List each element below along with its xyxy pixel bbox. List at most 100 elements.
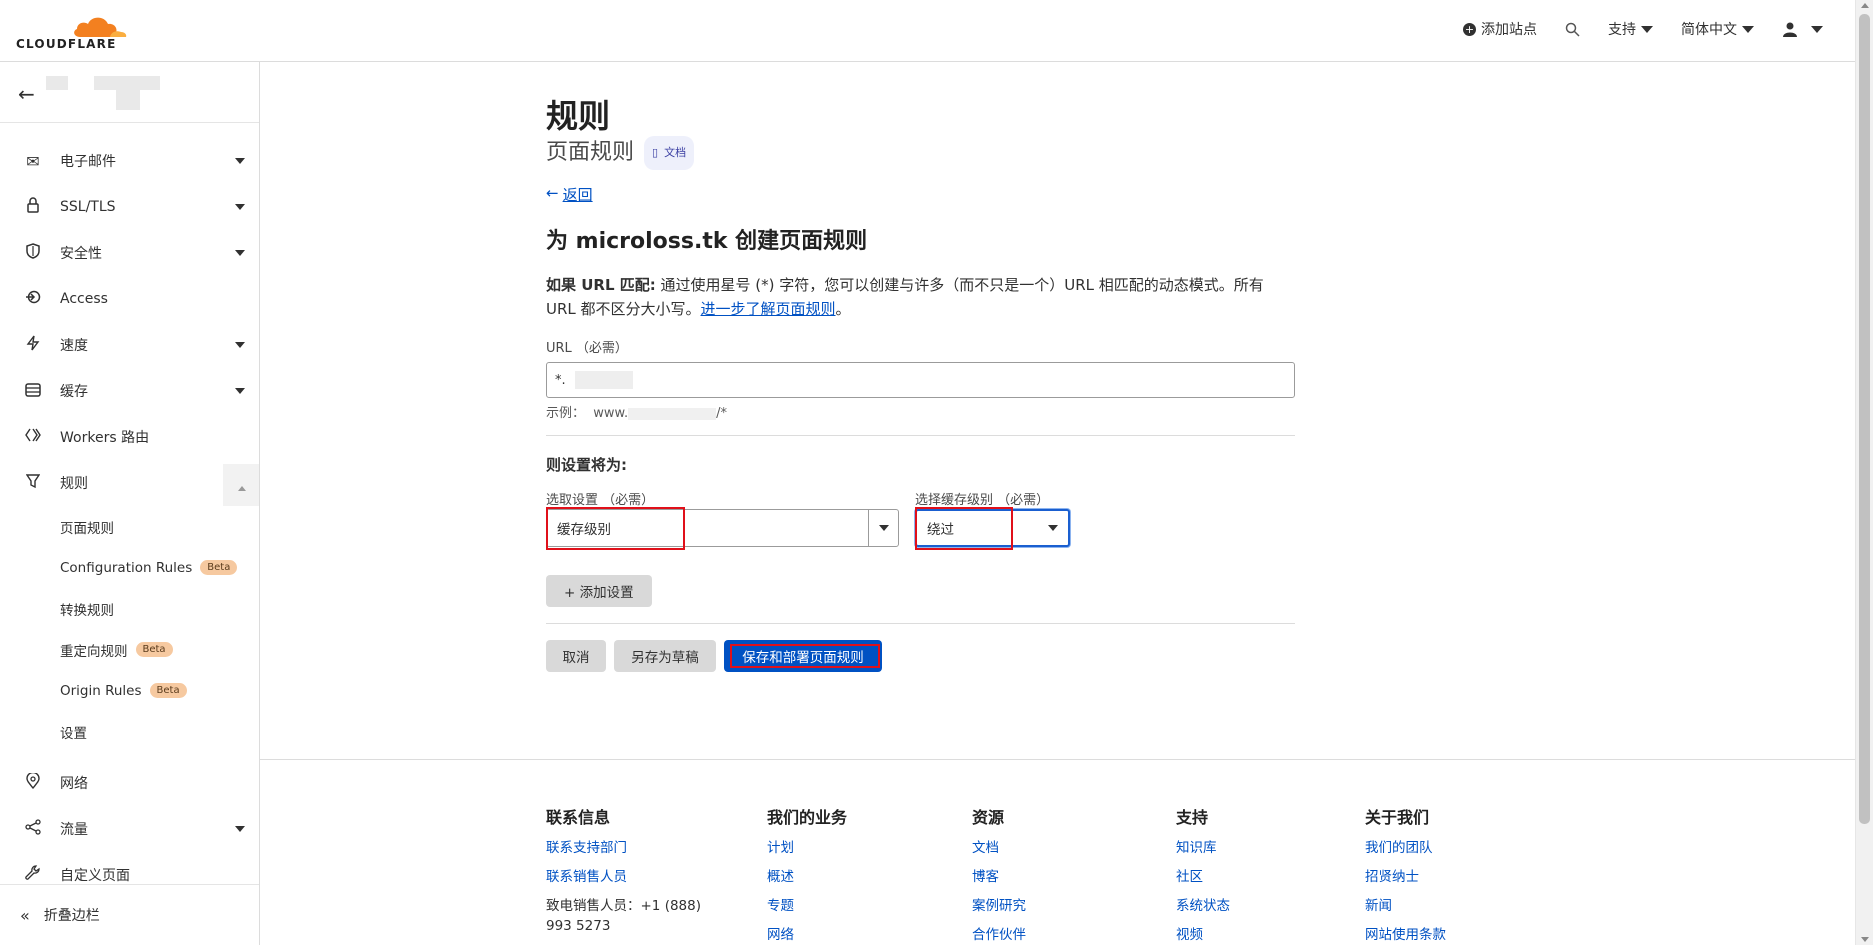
arrow-left-icon: ←: [546, 184, 559, 202]
footer-link[interactable]: 文档: [972, 838, 1172, 867]
footer-link[interactable]: 网络: [767, 925, 967, 945]
user-icon: [1783, 22, 1797, 37]
footer-link[interactable]: 网站使用条款: [1365, 925, 1565, 945]
dropdown-arrow: [868, 510, 898, 546]
scroll-down-icon[interactable]: [1861, 937, 1869, 942]
add-setting-button[interactable]: + 添加设置: [546, 575, 652, 607]
footer-link[interactable]: 招贤纳士: [1365, 867, 1565, 896]
sidebar-item-rules[interactable]: 规则: [0, 460, 259, 506]
sidebar-subitem-page-rules[interactable]: 页面规则: [0, 506, 259, 547]
footer-link[interactable]: 合作伙伴: [972, 925, 1172, 945]
url-input[interactable]: *. /*: [546, 362, 1295, 398]
beta-badge: Beta: [149, 683, 187, 698]
footer-link[interactable]: 新闻: [1365, 896, 1565, 925]
plus-circle-icon: +: [1463, 22, 1476, 36]
redacted-account-name: [94, 76, 160, 90]
sidebar-item-email[interactable]: ✉ 电子邮件: [0, 138, 259, 184]
footer-link[interactable]: 系统状态: [1176, 896, 1376, 925]
redacted-domain: [575, 371, 633, 389]
sidebar-subitem-label: 页面规则: [60, 520, 114, 537]
sidebar-item-security[interactable]: 安全性: [0, 230, 259, 276]
sidebar-item-label: 规则: [60, 476, 88, 492]
double-chevron-left-icon: «: [20, 905, 30, 925]
logo-text: CLOUDFLARE: [16, 37, 117, 51]
add-setting-row: + 添加设置: [546, 575, 1296, 607]
sidebar-item-cache[interactable]: 缓存: [0, 368, 259, 414]
sidebar-subitem-label: 转换规则: [60, 602, 114, 619]
user-menu[interactable]: [1782, 21, 1823, 37]
footer-link[interactable]: 联系支持部门: [546, 838, 746, 867]
collapse-sidebar-button[interactable]: « 折叠边栏: [20, 905, 100, 925]
cloudflare-logo[interactable]: CLOUDFLARE: [16, 11, 127, 51]
sidebar-item-label: 电子邮件: [60, 154, 116, 170]
email-icon: ✉: [26, 151, 40, 171]
learn-more-link[interactable]: 进一步了解页面规则: [701, 300, 836, 318]
footer-link[interactable]: 计划: [767, 838, 967, 867]
footer-link[interactable]: 视频: [1176, 925, 1376, 945]
sidebar-item-label: 流量: [60, 822, 88, 838]
add-site-label: 添加站点: [1481, 22, 1537, 38]
top-bar: CLOUDFLARE + 添加站点 支持 简体中文: [0, 0, 1855, 62]
rules-icon: [24, 473, 42, 493]
sidebar-item-workers-routes[interactable]: Workers 路由: [0, 414, 259, 460]
footer-link[interactable]: 概述: [767, 867, 967, 896]
sidebar-subitem-label: 设置: [60, 725, 87, 742]
footer-link[interactable]: 案例研究: [972, 896, 1172, 925]
beta-badge: Beta: [135, 642, 173, 657]
language-label: 简体中文: [1681, 22, 1737, 38]
lock-icon: [24, 197, 42, 217]
footer-link[interactable]: 我们的团队: [1365, 838, 1565, 867]
chevron-down-icon: [235, 388, 245, 394]
desc-end: 。: [835, 300, 851, 318]
save-draft-button[interactable]: 另存为草稿: [614, 640, 716, 672]
footer-divider: [260, 759, 1855, 760]
support-dropdown[interactable]: 支持: [1608, 19, 1653, 39]
footer-link[interactable]: 社区: [1176, 867, 1376, 896]
chevron-down-icon: [235, 826, 245, 832]
sidebar-item-speed[interactable]: 速度: [0, 322, 259, 368]
footer-column-resources: 资源 文档 博客 案例研究 合作伙伴: [972, 804, 1172, 945]
sidebar-item-label: SSL/TLS: [60, 199, 116, 215]
shield-icon: [24, 243, 42, 263]
support-label: 支持: [1608, 22, 1636, 38]
access-icon: [24, 289, 42, 309]
scrollbar-thumb[interactable]: [1859, 14, 1870, 824]
back-link[interactable]: ← 返回: [546, 184, 1296, 205]
sidebar-nav: ✉ 电子邮件 SSL/TLS 安全性 Access 速度 缓存 Workers …: [0, 138, 259, 898]
top-right-menu: + 添加站点 支持 简体中文: [1463, 19, 1823, 39]
chevron-down-icon: [235, 204, 245, 210]
collapse-sidebar-label: 折叠边栏: [43, 908, 100, 924]
sidebar-subitem-redirect-rules[interactable]: 重定向规则 Beta: [0, 629, 259, 670]
vertical-scrollbar[interactable]: [1855, 0, 1873, 945]
footer-column-title: 联系信息: [546, 808, 611, 827]
back-arrow-icon[interactable]: ←: [18, 82, 35, 106]
cancel-button[interactable]: 取消: [546, 640, 606, 672]
footer-link[interactable]: 博客: [972, 867, 1172, 896]
language-dropdown[interactable]: 简体中文: [1681, 19, 1754, 39]
scroll-up-icon[interactable]: [1861, 3, 1869, 8]
chevron-down-icon: [879, 525, 889, 531]
search-button[interactable]: [1565, 22, 1580, 37]
footer-link[interactable]: 联系销售人员: [546, 867, 746, 896]
sidebar-item-ssl[interactable]: SSL/TLS: [0, 184, 259, 230]
sidebar-item-traffic[interactable]: 流量: [0, 806, 259, 852]
collapse-toggle[interactable]: [223, 464, 259, 506]
sidebar-item-network[interactable]: 网络: [0, 760, 259, 806]
sidebar-subitem-label: Origin Rules: [60, 682, 142, 699]
add-site-button[interactable]: + 添加站点: [1463, 19, 1537, 39]
divider: [546, 435, 1295, 436]
sidebar-item-label: 缓存: [60, 384, 88, 400]
docs-badge[interactable]: ▯ 文档: [644, 136, 695, 170]
sidebar-subitem-settings[interactable]: 设置: [0, 711, 259, 752]
network-pin-icon: [24, 771, 42, 793]
chevron-down-icon: [235, 158, 245, 164]
sidebar-subitem-configuration-rules[interactable]: Configuration Rules Beta: [0, 547, 259, 588]
sidebar-subitem-transform-rules[interactable]: 转换规则: [0, 588, 259, 629]
footer-link[interactable]: 专题: [767, 896, 967, 925]
sidebar-item-access[interactable]: Access: [0, 276, 259, 322]
footer-column-about: 关于我们 我们的团队 招贤纳士 新闻 网站使用条款: [1365, 804, 1565, 945]
sidebar-subitem-origin-rules[interactable]: Origin Rules Beta: [0, 670, 259, 711]
footer-phone-text: 致电销售人员：+1 (888) 993 5273: [546, 898, 701, 934]
example-prefix: 示例： www.: [546, 406, 629, 421]
footer-link[interactable]: 知识库: [1176, 838, 1376, 867]
